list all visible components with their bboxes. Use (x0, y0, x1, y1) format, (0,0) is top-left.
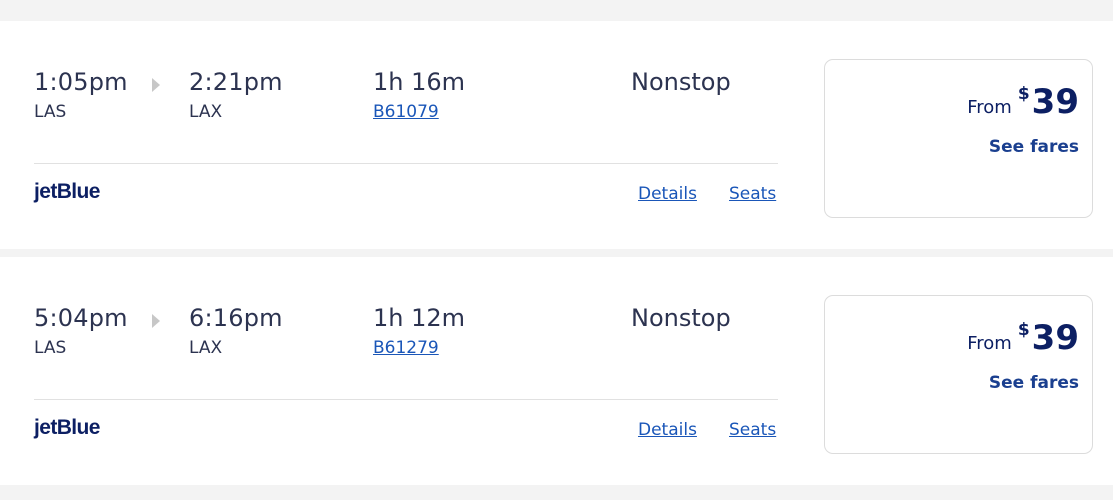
departure-airport: LAS (34, 102, 67, 122)
price-amount: 39 (1031, 82, 1079, 122)
departure-time: 5:04pm (34, 304, 128, 332)
flight-duration: 1h 12m (373, 304, 466, 332)
divider (34, 399, 778, 400)
stops-label: Nonstop (631, 304, 731, 332)
flight-number-link[interactable]: B61079 (373, 102, 439, 122)
see-fares-button[interactable]: See fares (989, 137, 1079, 157)
stops-label: Nonstop (631, 68, 731, 96)
from-label: From (967, 97, 1012, 118)
seats-link[interactable]: Seats (729, 184, 776, 204)
airline-logo: jetBlue (34, 180, 100, 203)
seats-link[interactable]: Seats (729, 420, 776, 440)
currency-symbol: $ (1017, 84, 1030, 104)
fare-price: From$39 (967, 318, 1079, 358)
arrival-airport: LAX (189, 102, 223, 122)
divider (34, 163, 778, 164)
arrival-time: 2:21pm (189, 68, 283, 96)
currency-symbol: $ (1017, 320, 1030, 340)
airline-logo: jetBlue (34, 416, 100, 439)
fare-box[interactable]: From$39 See fares (824, 295, 1093, 454)
see-fares-button[interactable]: See fares (989, 373, 1079, 393)
arrow-right-icon (152, 78, 160, 92)
arrow-right-icon (152, 314, 160, 328)
details-link[interactable]: Details (638, 184, 697, 204)
flight-card: 5:04pm LAS 6:16pm LAX 1h 12m B61279 Nons… (0, 257, 1113, 485)
fare-price: From$39 (967, 82, 1079, 122)
price-amount: 39 (1031, 318, 1079, 358)
fare-box[interactable]: From$39 See fares (824, 59, 1093, 218)
departure-airport: LAS (34, 338, 67, 358)
arrival-time: 6:16pm (189, 304, 283, 332)
flight-number-link[interactable]: B61279 (373, 338, 439, 358)
flight-duration: 1h 16m (373, 68, 466, 96)
flight-card: 1:05pm LAS 2:21pm LAX 1h 16m B61079 Nons… (0, 21, 1113, 249)
departure-time: 1:05pm (34, 68, 128, 96)
from-label: From (967, 333, 1012, 354)
details-link[interactable]: Details (638, 420, 697, 440)
arrival-airport: LAX (189, 338, 223, 358)
